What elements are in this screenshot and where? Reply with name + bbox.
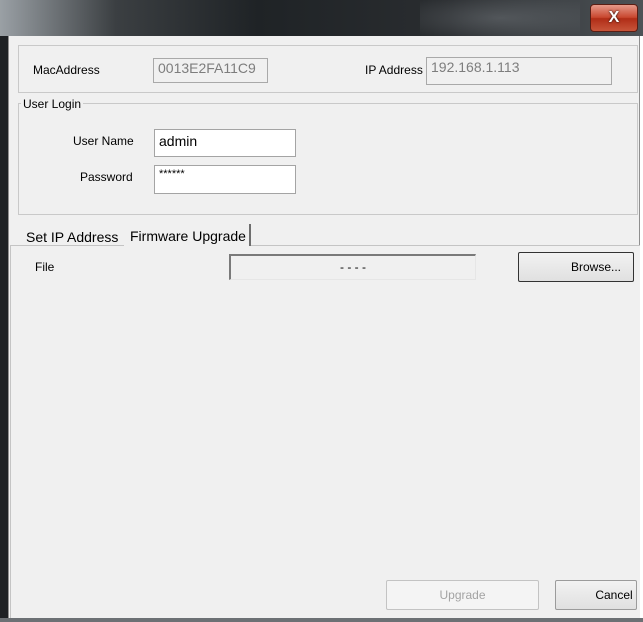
window-bottom-edge (0, 618, 643, 622)
title-bar: X (0, 0, 643, 36)
file-path-field: - - - - (229, 254, 476, 280)
ip-address-field: 192.168.1.113 (426, 57, 612, 85)
upgrade-button-label: Upgrade (439, 588, 486, 602)
tab-set-ip-address[interactable]: Set IP Address (26, 229, 118, 245)
cancel-button-label: Cancel (595, 588, 633, 602)
username-label: User Name (73, 134, 134, 148)
close-button[interactable]: X (590, 4, 638, 32)
password-input[interactable]: ****** (154, 165, 296, 194)
mac-address-label: MacAddress (33, 63, 100, 77)
mac-address-field: 0013E2FA11C9 (153, 58, 268, 83)
tab-firmware-upgrade-label: Firmware Upgrade (130, 228, 246, 244)
tab-firmware-upgrade[interactable]: Firmware Upgrade (124, 224, 251, 246)
file-label: File (35, 260, 55, 274)
password-label: Password (80, 170, 133, 184)
file-path-value: - - - - (340, 260, 366, 274)
username-input[interactable]: admin (154, 129, 296, 157)
title-bar-glow (420, 0, 580, 36)
window-left-edge (0, 36, 8, 622)
user-login-group (18, 103, 638, 215)
ip-address-label: IP Address (365, 63, 423, 77)
user-login-legend: User Login (21, 97, 84, 111)
upgrade-button[interactable]: Upgrade (386, 580, 539, 610)
browse-button-label: Browse... (570, 260, 621, 274)
browse-button[interactable]: Browse... (518, 252, 634, 282)
close-icon: X (608, 9, 620, 26)
firmware-upgrade-tab-page (10, 245, 640, 618)
cancel-button[interactable]: Cancel (555, 580, 637, 610)
